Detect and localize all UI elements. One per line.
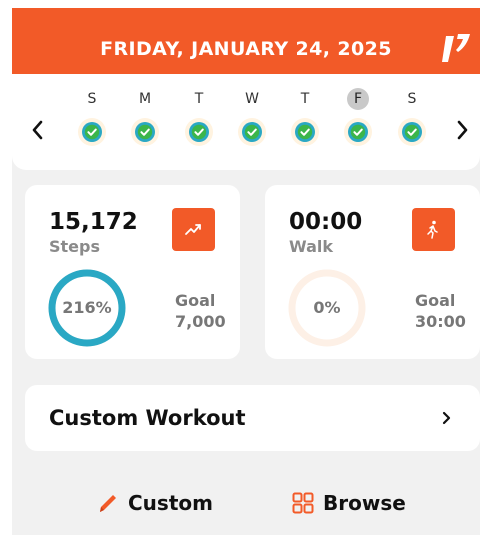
day-letter: T [300, 91, 310, 107]
header: FRIDAY, JANUARY 24, 2025 [12, 8, 480, 74]
steps-goal: Goal 7,000 [175, 290, 226, 332]
day-sunday[interactable]: S [72, 88, 112, 146]
walk-percent: 0% [313, 298, 341, 317]
walk-value: 00:00 [289, 209, 363, 235]
day-letter: M [138, 91, 152, 107]
check-circle-icon [344, 118, 372, 146]
day-monday[interactable]: M [125, 88, 165, 146]
browse-button[interactable]: Browse [291, 490, 406, 516]
custom-workout-button[interactable]: Custom Workout [25, 385, 480, 451]
steps-value: 15,172 [49, 209, 138, 235]
app-screen: FRIDAY, JANUARY 24, 2025 S M T W T F S 1… [12, 8, 480, 535]
walking-person-icon [412, 208, 455, 251]
check-circle-icon [185, 118, 213, 146]
next-week-button[interactable] [452, 118, 472, 142]
custom-label: Custom [128, 491, 213, 515]
check-circle-icon [131, 118, 159, 146]
steps-goal-label: Goal [175, 291, 216, 310]
grid-icon [292, 492, 314, 514]
brand-logo-icon [442, 34, 470, 62]
day-wednesday[interactable]: W [232, 88, 272, 146]
walk-goal: Goal 30:00 [415, 290, 466, 332]
previous-week-button[interactable] [28, 118, 48, 142]
browse-label: Browse [323, 491, 406, 515]
trending-up-icon [172, 208, 215, 251]
day-letter: T [194, 91, 204, 107]
walk-goal-label: Goal [415, 291, 456, 310]
walk-goal-value: 30:00 [415, 312, 466, 331]
day-friday[interactable]: F [338, 88, 378, 146]
day-letter: W [245, 91, 259, 107]
check-circle-icon [238, 118, 266, 146]
walk-card[interactable]: 00:00 Walk 0% Goal 30:00 [265, 185, 480, 359]
custom-button[interactable]: Custom [96, 490, 213, 516]
chevron-right-icon [442, 411, 451, 425]
pencil-icon [100, 495, 116, 512]
steps-card[interactable]: 15,172 Steps 216% Goal 7,000 [25, 185, 240, 359]
steps-label: Steps [49, 237, 100, 256]
walk-label: Walk [289, 237, 333, 256]
check-circle-icon [78, 118, 106, 146]
day-saturday[interactable]: S [392, 88, 432, 146]
steps-percent: 216% [62, 298, 112, 317]
check-circle-icon [291, 118, 319, 146]
day-letter-selected: F [347, 88, 369, 110]
day-thursday[interactable]: T [285, 88, 325, 146]
day-letter: S [87, 91, 97, 107]
custom-workout-title: Custom Workout [49, 406, 246, 430]
day-letter: S [407, 91, 417, 107]
check-circle-icon [398, 118, 426, 146]
day-tuesday[interactable]: T [179, 88, 219, 146]
steps-goal-value: 7,000 [175, 312, 226, 331]
week-strip: S M T W T F S [12, 74, 480, 170]
date-title: FRIDAY, JANUARY 24, 2025 [100, 38, 392, 60]
